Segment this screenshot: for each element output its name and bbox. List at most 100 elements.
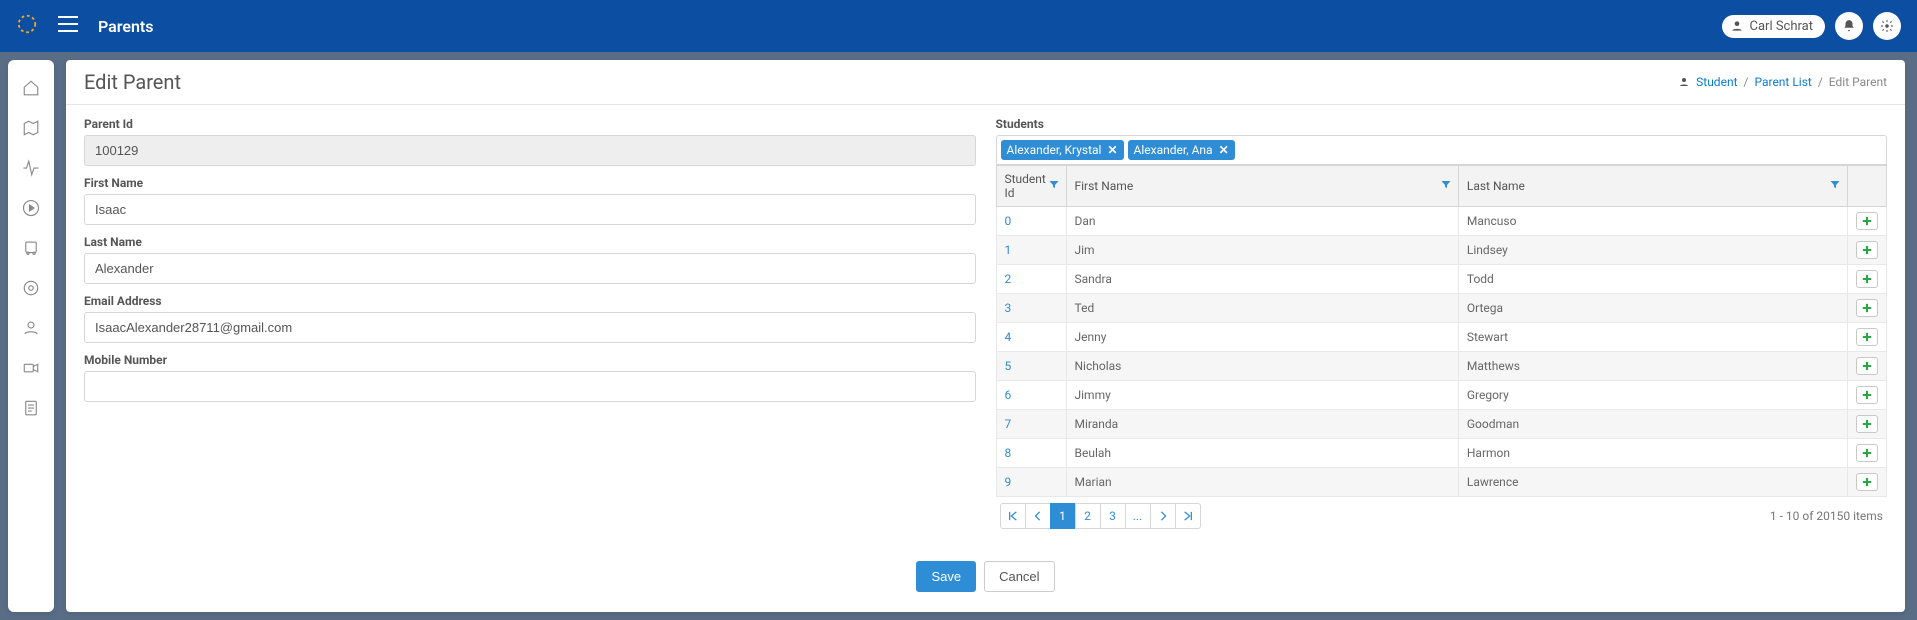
bell-icon [1842, 19, 1856, 33]
student-id-link[interactable]: 1 [1005, 243, 1012, 257]
cell-first-name: Dan [1066, 207, 1458, 236]
student-id-link[interactable]: 6 [1005, 388, 1012, 402]
add-student-button[interactable] [1856, 473, 1878, 491]
save-button[interactable]: Save [916, 561, 976, 592]
th-student-id[interactable]: Student Id [996, 166, 1066, 207]
table-row: 9MarianLawrence [996, 468, 1887, 497]
cell-first-name: Miranda [1066, 410, 1458, 439]
add-student-button[interactable] [1856, 328, 1878, 346]
hamburger-icon[interactable] [58, 16, 78, 36]
gear-icon [1880, 19, 1894, 33]
students-tags[interactable]: Alexander, Krystal✕Alexander, Ana✕ [996, 135, 1888, 165]
settings-button[interactable] [1873, 12, 1901, 40]
cell-last-name: Mancuso [1458, 207, 1847, 236]
first-icon [1008, 511, 1018, 521]
page-2[interactable]: 2 [1075, 503, 1101, 529]
logo-icon [16, 13, 38, 39]
cell-first-name: Beulah [1066, 439, 1458, 468]
add-student-button[interactable] [1856, 212, 1878, 230]
sidebar-item-driver[interactable] [8, 268, 54, 308]
table-row: 2SandraTodd [996, 265, 1887, 294]
sidebar-item-student[interactable] [8, 308, 54, 348]
table-row: 5NicholasMatthews [996, 352, 1887, 381]
add-student-button[interactable] [1856, 270, 1878, 288]
th-last-name[interactable]: Last Name [1458, 166, 1847, 207]
pagination: 123... [1000, 503, 1201, 529]
sidebar-item-video[interactable] [8, 348, 54, 388]
content-heading: Edit Parent [84, 70, 181, 94]
page-...[interactable]: ... [1125, 503, 1151, 529]
cell-first-name: Jim [1066, 236, 1458, 265]
student-id-link[interactable]: 8 [1005, 446, 1012, 460]
page-first[interactable] [1000, 503, 1026, 529]
plus-icon [1862, 419, 1872, 429]
sidebar-item-play[interactable] [8, 188, 54, 228]
cell-last-name: Harmon [1458, 439, 1847, 468]
cell-last-name: Lindsey [1458, 236, 1847, 265]
first-name-input[interactable] [84, 194, 976, 225]
cancel-button[interactable]: Cancel [984, 561, 1054, 592]
student-id-link[interactable]: 4 [1005, 330, 1012, 344]
page-3[interactable]: 3 [1100, 503, 1126, 529]
student-id-link[interactable]: 9 [1005, 475, 1012, 489]
cell-last-name: Ortega [1458, 294, 1847, 323]
email-label: Email Address [84, 294, 976, 308]
students-label: Students [996, 117, 1888, 131]
add-student-button[interactable] [1856, 444, 1878, 462]
close-icon[interactable]: ✕ [1107, 143, 1117, 157]
student-id-link[interactable]: 5 [1005, 359, 1012, 373]
cell-last-name: Todd [1458, 265, 1847, 294]
add-student-button[interactable] [1856, 299, 1878, 317]
filter-icon[interactable] [1829, 179, 1841, 194]
th-first-name[interactable]: First Name [1066, 166, 1458, 207]
breadcrumb-parent-list[interactable]: Parent List [1754, 75, 1811, 89]
table-row: 0 DanMancuso [996, 207, 1887, 236]
sidebar [8, 60, 54, 612]
cell-last-name: Gregory [1458, 381, 1847, 410]
sidebar-item-home[interactable] [8, 68, 54, 108]
last-name-input[interactable] [84, 253, 976, 284]
content-panel: Edit Parent Student / Parent List / Edit… [66, 60, 1905, 612]
pagination-info: 1 - 10 of 20150 items [1770, 509, 1883, 523]
page-next[interactable] [1150, 503, 1176, 529]
tag-label: Alexander, Krystal [1007, 143, 1102, 157]
sidebar-item-activity[interactable] [8, 148, 54, 188]
sidebar-item-map[interactable] [8, 108, 54, 148]
add-student-button[interactable] [1856, 415, 1878, 433]
plus-icon [1862, 477, 1872, 487]
plus-icon [1862, 448, 1872, 458]
breadcrumb-student[interactable]: Student [1696, 75, 1737, 89]
student-id-link[interactable]: 2 [1005, 272, 1012, 286]
add-student-button[interactable] [1856, 241, 1878, 259]
student-id-link[interactable]: 0 [1005, 214, 1012, 228]
student-tag: Alexander, Krystal ✕ [1001, 140, 1124, 160]
page-prev[interactable] [1025, 503, 1051, 529]
table-row: 7 MirandaGoodman [996, 410, 1887, 439]
student-id-link[interactable]: 3 [1005, 301, 1012, 315]
close-icon[interactable]: ✕ [1219, 143, 1229, 157]
filter-icon[interactable] [1440, 179, 1452, 194]
filter-icon[interactable] [1048, 179, 1060, 194]
table-row: 6JimmyGregory [996, 381, 1887, 410]
plus-icon [1862, 390, 1872, 400]
last-icon [1183, 511, 1193, 521]
page-1[interactable]: 1 [1050, 503, 1076, 529]
plus-icon [1862, 216, 1872, 226]
sidebar-item-reports[interactable] [8, 388, 54, 428]
plus-icon [1862, 245, 1872, 255]
cell-last-name: Stewart [1458, 323, 1847, 352]
user-menu[interactable]: Carl Schrat [1722, 15, 1825, 38]
add-student-button[interactable] [1856, 357, 1878, 375]
student-id-link[interactable]: 7 [1005, 417, 1012, 431]
email-input[interactable] [84, 312, 976, 343]
plus-icon [1862, 332, 1872, 342]
add-student-button[interactable] [1856, 386, 1878, 404]
table-row: 4JennyStewart [996, 323, 1887, 352]
mobile-input[interactable] [84, 371, 976, 402]
page-last[interactable] [1175, 503, 1201, 529]
last-name-label: Last Name [84, 235, 976, 249]
cell-last-name: Goodman [1458, 410, 1847, 439]
sidebar-item-bus[interactable] [8, 228, 54, 268]
notifications-button[interactable] [1835, 12, 1863, 40]
plus-icon [1862, 303, 1872, 313]
